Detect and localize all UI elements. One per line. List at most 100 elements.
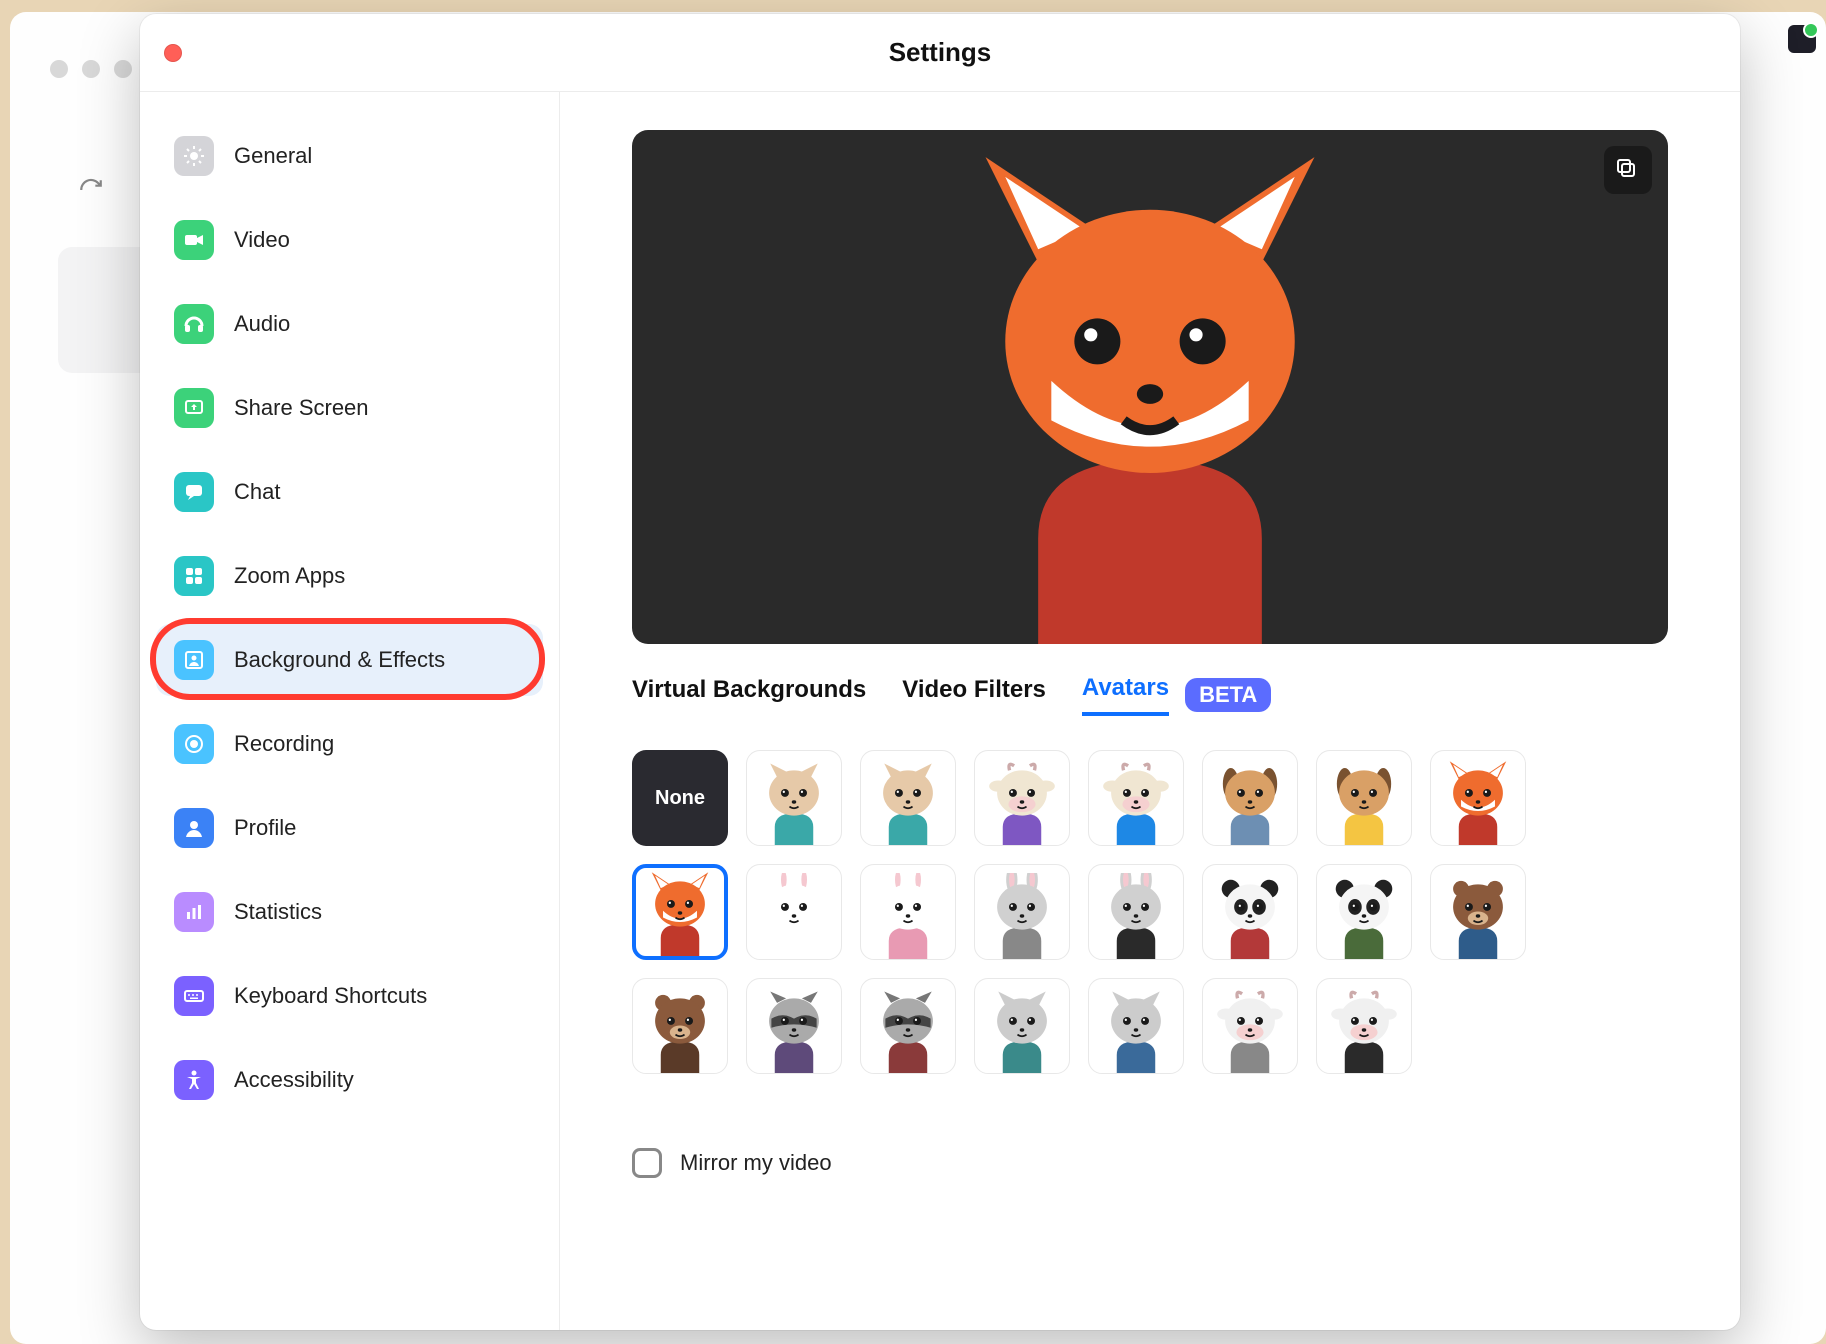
- avatar-thumb: [637, 987, 723, 1073]
- avatar-thumb: [979, 987, 1065, 1073]
- bg-min-dot[interactable]: [82, 60, 100, 78]
- sidebar-item-label: Keyboard Shortcuts: [234, 983, 427, 1009]
- avatar-thumb: [1435, 759, 1521, 845]
- fullscreen-button[interactable]: [1604, 146, 1652, 194]
- sidebar-item-statistics[interactable]: Statistics: [156, 876, 543, 948]
- general-icon: [174, 136, 214, 176]
- sidebar-item-zoom-apps[interactable]: Zoom Apps: [156, 540, 543, 612]
- profile-icon: [174, 808, 214, 848]
- sidebar-item-label: Share Screen: [234, 395, 369, 421]
- video-icon: [174, 220, 214, 260]
- avatar-thumb: [979, 873, 1065, 959]
- bg-close-dot[interactable]: [50, 60, 68, 78]
- sidebar-item-video[interactable]: Video: [156, 204, 543, 276]
- avatar-tile-rabbit-grey[interactable]: [974, 864, 1070, 960]
- avatar-thumb: [751, 987, 837, 1073]
- tab-virtual-backgrounds[interactable]: Virtual Backgrounds: [632, 676, 866, 714]
- sidebar-item-keyboard-shortcuts[interactable]: Keyboard Shortcuts: [156, 960, 543, 1032]
- mirror-video-checkbox[interactable]: [632, 1148, 662, 1178]
- zoom-apps-icon: [174, 556, 214, 596]
- avatar-thumb: [1435, 873, 1521, 959]
- fullscreen-icon: [1616, 158, 1640, 182]
- avatar-thumb: [1207, 873, 1293, 959]
- sidebar-item-label: General: [234, 143, 312, 169]
- avatar-tile-raccoon-purple[interactable]: [746, 978, 842, 1074]
- settings-main: Virtual Backgrounds Video Filters Avatars B…: [560, 92, 1740, 1330]
- avatar-tile-cat-grey-teal[interactable]: [974, 978, 1070, 1074]
- refresh-icon[interactable]: [78, 177, 104, 208]
- avatar-tile-dog-blue[interactable]: [1202, 750, 1298, 846]
- window-title: Settings: [889, 37, 992, 68]
- avatar-tile-rabbit-white[interactable]: [746, 864, 842, 960]
- statistics-icon: [174, 892, 214, 932]
- sidebar-item-share-screen[interactable]: Share Screen: [156, 372, 543, 444]
- avatar-thumb: [1093, 873, 1179, 959]
- preview-avatar: [890, 144, 1410, 644]
- avatar-tile-cow-grey[interactable]: [1202, 978, 1298, 1074]
- beta-badge: BETA: [1185, 678, 1271, 712]
- avatar-tile-panda-green[interactable]: [1316, 864, 1412, 960]
- sidebar-item-label: Audio: [234, 311, 290, 337]
- settings-window: Settings General Video Audio Share Screen Ch…: [140, 14, 1740, 1330]
- avatar-tile-bear-blue[interactable]: [1430, 864, 1526, 960]
- avatar-thumb: [865, 987, 951, 1073]
- effects-tabs: Virtual Backgrounds Video Filters Avatars B…: [632, 674, 1668, 716]
- avatar-tile-fox-red[interactable]: [1430, 750, 1526, 846]
- background-traffic-lights: [50, 60, 132, 78]
- accessibility-icon: [174, 1060, 214, 1100]
- sidebar-item-label: Chat: [234, 479, 280, 505]
- sidebar-item-label: Statistics: [234, 899, 322, 925]
- avatar-tile-rabbit-black[interactable]: [1088, 864, 1184, 960]
- sidebar-item-chat[interactable]: Chat: [156, 456, 543, 528]
- avatar-tile-dog-yellow[interactable]: [1316, 750, 1412, 846]
- tab-video-filters[interactable]: Video Filters: [902, 676, 1046, 714]
- background-profile-badge[interactable]: [1788, 25, 1816, 53]
- close-button[interactable]: [164, 44, 182, 62]
- tab-avatars[interactable]: Avatars: [1082, 674, 1169, 716]
- avatar-tile-panda-red[interactable]: [1202, 864, 1298, 960]
- chat-icon: [174, 472, 214, 512]
- sidebar-item-label: Accessibility: [234, 1067, 354, 1093]
- avatar-tile-raccoon-red[interactable]: [860, 978, 956, 1074]
- avatar-tile-cow-blue[interactable]: [1088, 750, 1184, 846]
- avatar-thumb: [1321, 873, 1407, 959]
- background-effects-icon: [174, 640, 214, 680]
- bg-max-dot[interactable]: [114, 60, 132, 78]
- avatar-thumb: [1207, 987, 1293, 1073]
- avatar-tile-rabbit-pink[interactable]: [860, 864, 956, 960]
- avatar-tile-cat-teal[interactable]: [746, 750, 842, 846]
- avatar-thumb: [865, 873, 951, 959]
- recording-icon: [174, 724, 214, 764]
- titlebar: Settings: [140, 14, 1740, 92]
- avatar-thumb: [751, 759, 837, 845]
- sidebar-item-profile[interactable]: Profile: [156, 792, 543, 864]
- avatar-thumb: [865, 759, 951, 845]
- sidebar-item-label: Recording: [234, 731, 334, 757]
- avatar-tile-none[interactable]: None: [632, 750, 728, 846]
- mirror-video-label: Mirror my video: [680, 1150, 832, 1176]
- avatar-tile-fox-red-sel[interactable]: [632, 864, 728, 960]
- avatar-thumb: [751, 873, 837, 959]
- avatars-grid: None: [632, 750, 1668, 1074]
- avatar-thumb: [1093, 759, 1179, 845]
- settings-sidebar: General Video Audio Share Screen Chat Zoom Ap…: [140, 92, 560, 1330]
- sidebar-item-label: Video: [234, 227, 290, 253]
- audio-icon: [174, 304, 214, 344]
- avatar-tile-cow-black[interactable]: [1316, 978, 1412, 1074]
- avatar-thumb: [1207, 759, 1293, 845]
- avatar-tile-cat-teal2[interactable]: [860, 750, 956, 846]
- sidebar-item-label: Zoom Apps: [234, 563, 345, 589]
- video-preview: [632, 130, 1668, 644]
- sidebar-item-general[interactable]: General: [156, 120, 543, 192]
- sidebar-item-label: Background & Effects: [234, 647, 445, 673]
- avatar-thumb: [979, 759, 1065, 845]
- avatar-tile-bear-brown[interactable]: [632, 978, 728, 1074]
- sidebar-item-background-effects[interactable]: Background & Effects: [156, 624, 543, 696]
- sidebar-item-recording[interactable]: Recording: [156, 708, 543, 780]
- avatar-thumb: [1321, 759, 1407, 845]
- sidebar-item-accessibility[interactable]: Accessibility: [156, 1044, 543, 1116]
- keyboard-shortcuts-icon: [174, 976, 214, 1016]
- sidebar-item-audio[interactable]: Audio: [156, 288, 543, 360]
- avatar-tile-cow-purple[interactable]: [974, 750, 1070, 846]
- avatar-tile-cat-grey-blue[interactable]: [1088, 978, 1184, 1074]
